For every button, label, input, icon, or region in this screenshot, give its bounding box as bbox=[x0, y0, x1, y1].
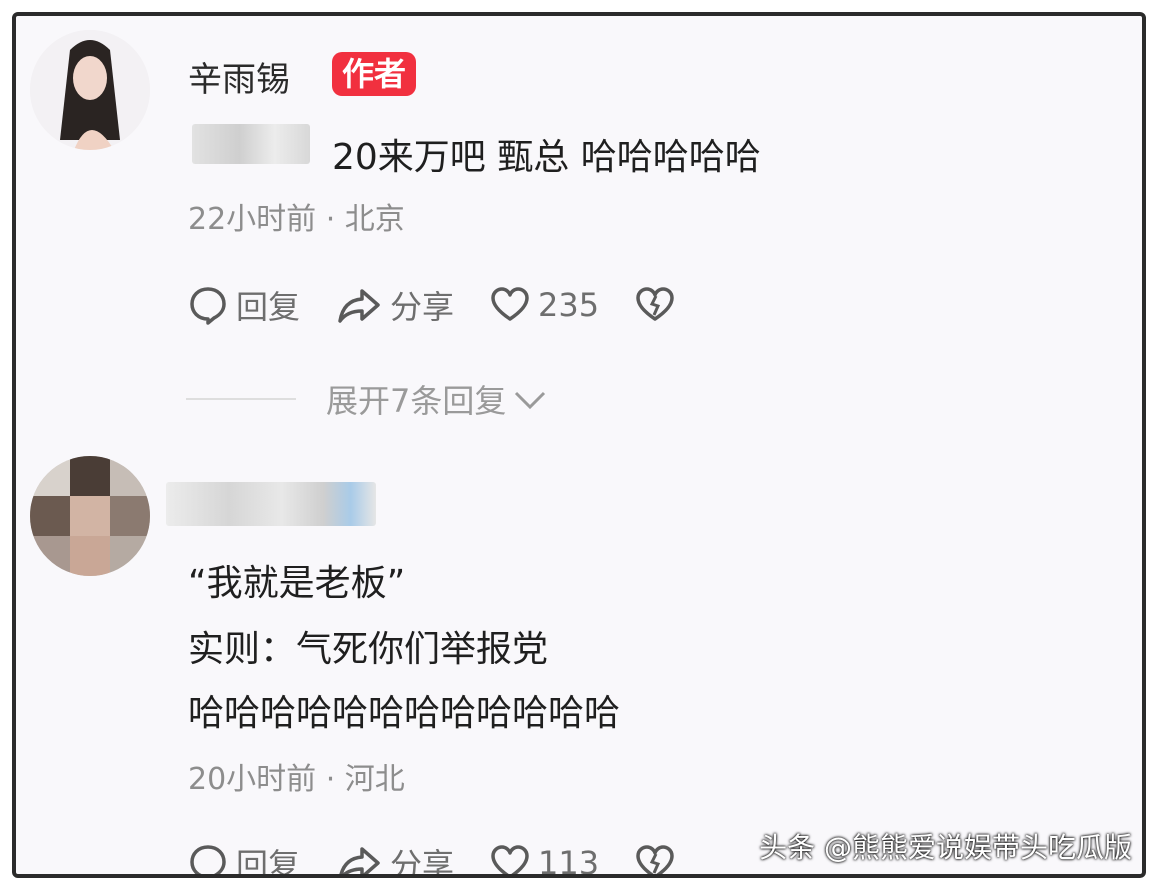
heart-icon bbox=[491, 845, 529, 874]
broken-heart-icon bbox=[636, 287, 674, 321]
broken-heart-icon bbox=[636, 845, 674, 874]
dislike-button[interactable] bbox=[635, 843, 675, 874]
comment-text: “我就是老板” bbox=[188, 563, 406, 604]
divider bbox=[186, 398, 296, 400]
comment-text: 实则：气死你们举报党 bbox=[188, 629, 549, 670]
reply-label: 回复 bbox=[236, 846, 301, 878]
author-badge: 作者 bbox=[332, 52, 417, 96]
dislike-button[interactable] bbox=[635, 285, 675, 325]
share-button[interactable]: 分享 bbox=[336, 282, 454, 328]
like-button[interactable]: 235 bbox=[490, 285, 599, 325]
expand-replies[interactable]: 展开7条回复 bbox=[186, 376, 548, 422]
blurred-username bbox=[166, 482, 376, 526]
expand-replies-label: 展开7条回复 bbox=[326, 382, 507, 420]
share-icon bbox=[339, 847, 380, 874]
like-count: 113 bbox=[538, 844, 600, 878]
comment-actions: 回复 分享 235 bbox=[188, 282, 711, 328]
comment-meta: 20小时前 · 河北 bbox=[188, 762, 405, 797]
avatar[interactable] bbox=[30, 30, 150, 150]
like-button[interactable]: 113 bbox=[490, 843, 600, 878]
share-button[interactable]: 分享 bbox=[336, 840, 455, 878]
heart-icon bbox=[491, 287, 529, 321]
comment-icon bbox=[190, 287, 226, 325]
comment-list: 辛雨锡 作者 20来万吧 甄总 哈哈哈哈哈 22小时前 · 北京 回复 分享 2… bbox=[12, 12, 1146, 878]
reply-label: 回复 bbox=[236, 288, 301, 326]
comment-icon bbox=[190, 845, 226, 874]
blurred-mention bbox=[192, 124, 310, 164]
reply-button[interactable]: 回复 bbox=[188, 840, 301, 878]
avatar-blurred[interactable] bbox=[30, 456, 150, 576]
reply-button[interactable]: 回复 bbox=[188, 282, 300, 328]
share-label: 分享 bbox=[390, 846, 455, 878]
comment-actions: 回复 分享 113 bbox=[188, 840, 711, 878]
watermark: 头条 @熊熊爱说娱带头吃瓜版 bbox=[759, 831, 1132, 864]
comment-meta: 22小时前 · 北京 bbox=[188, 202, 405, 237]
comment-text: 哈哈哈哈哈哈哈哈哈哈哈哈 bbox=[188, 693, 621, 734]
author-name[interactable]: 辛雨锡 bbox=[188, 52, 290, 101]
share-icon bbox=[338, 289, 380, 323]
like-count: 235 bbox=[538, 286, 600, 324]
share-label: 分享 bbox=[390, 288, 455, 326]
chevron-down-icon bbox=[515, 391, 546, 410]
comment-text: 20来万吧 甄总 哈哈哈哈哈 bbox=[332, 137, 761, 178]
